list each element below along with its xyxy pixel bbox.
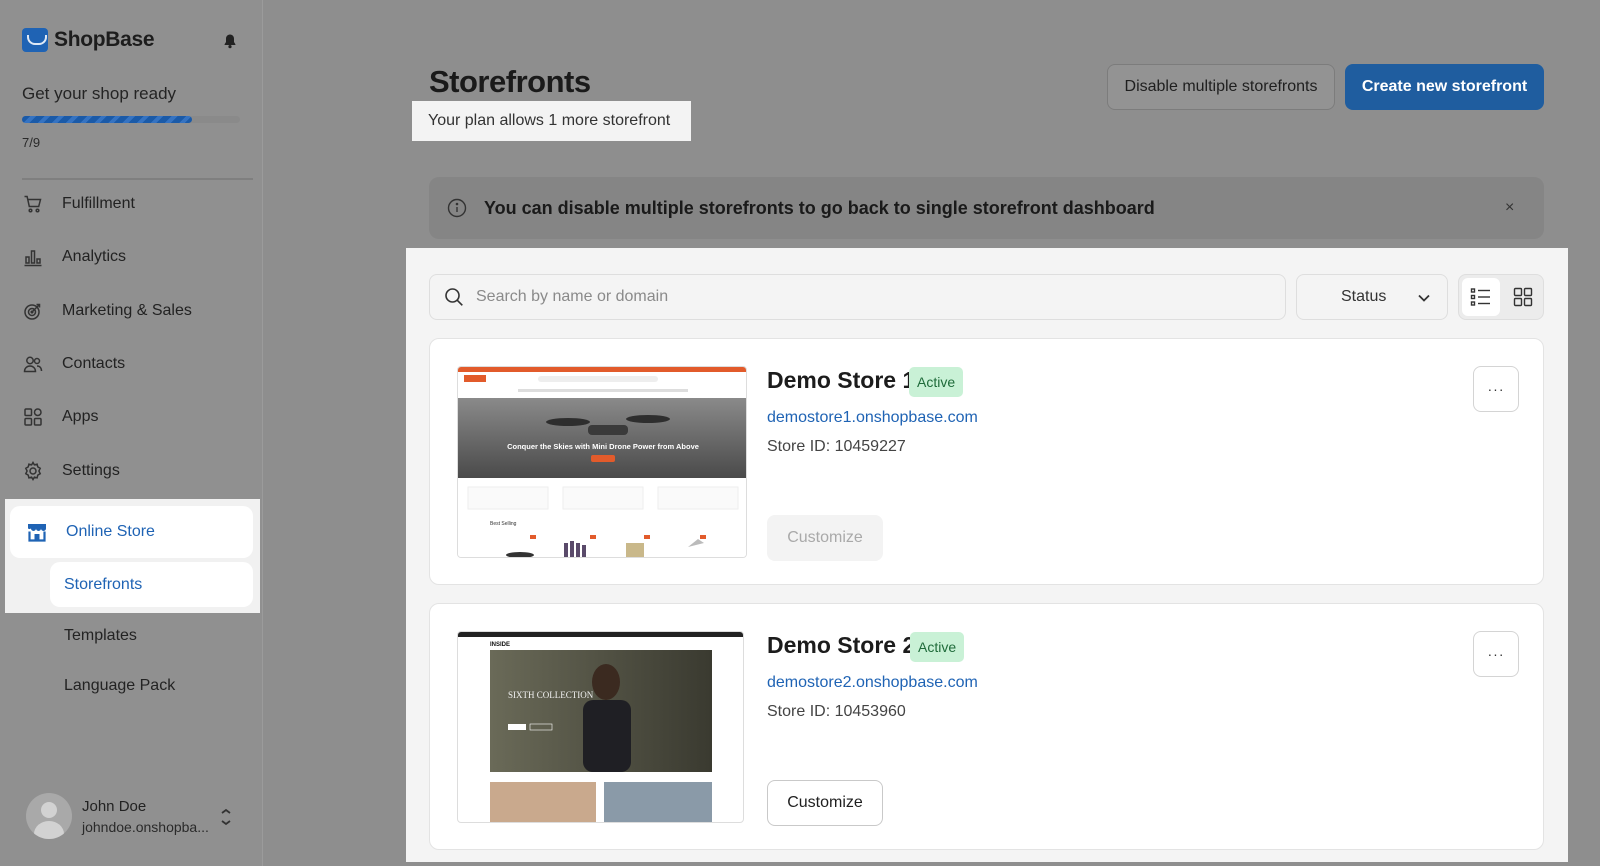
banner-text: You can disable multiple storefronts to … <box>484 198 1155 218</box>
status-badge: Active <box>910 632 965 662</box>
search-input[interactable] <box>476 288 1256 306</box>
store-thumbnail[interactable]: Conquer the Skies with Mini Drone Power … <box>457 366 747 558</box>
onboarding-progress-fill <box>22 116 193 123</box>
search-icon <box>445 288 463 306</box>
store-domain-link[interactable]: demostore1.onshopbase.com <box>767 409 978 427</box>
user-account[interactable]: John Doe johndoe.onshopba... <box>26 793 209 839</box>
apps-icon <box>22 406 44 428</box>
drone-store-preview: Conquer the Skies with Mini Drone Power … <box>458 367 746 557</box>
customize-button[interactable]: Customize <box>767 780 883 826</box>
status-filter-select[interactable]: Status <box>1296 274 1448 320</box>
target-icon <box>22 300 44 322</box>
store-domain-link[interactable]: demostore2.onshopbase.com <box>767 674 978 692</box>
bell-icon[interactable] <box>222 33 238 49</box>
sidebar-subitem-templates[interactable]: Templates <box>64 627 137 645</box>
gear-icon <box>22 460 44 482</box>
store-name[interactable]: Demo Store 1 <box>767 367 915 394</box>
sidebar-item-analytics[interactable]: Analytics <box>22 237 126 277</box>
status-filter-label: Status <box>1341 288 1387 305</box>
sidebar-item-settings[interactable]: Settings <box>22 451 120 491</box>
list-view-button[interactable] <box>1462 278 1500 316</box>
cart-icon <box>22 193 44 215</box>
more-actions-button[interactable]: ··· <box>1473 631 1519 677</box>
store-name[interactable]: Demo Store 2 <box>767 632 915 659</box>
view-toggle <box>1458 274 1544 320</box>
sidebar-item-marketing-sales[interactable]: Marketing & Sales <box>22 291 192 331</box>
thumb-hero-text: Conquer the Skies with Mini Drone Power … <box>507 442 699 451</box>
sidebar-item-label: Online Store <box>66 523 155 540</box>
status-badge: Active <box>909 367 964 397</box>
storefront-card: INSIDE SIXTH COLLECTION Demo Store 2 Act… <box>429 603 1544 850</box>
sidebar-divider <box>22 178 253 180</box>
sidebar-item-label: Fulfillment <box>62 195 135 212</box>
sidebar-item-label: Apps <box>62 408 99 425</box>
chevron-down-icon <box>1418 294 1430 302</box>
sidebar: ShopBase Get your shop ready 7/9 Fulfill… <box>0 0 263 866</box>
onboarding-progress-bar <box>22 116 240 123</box>
customize-button[interactable]: Customize <box>767 515 883 561</box>
brand-logo[interactable]: ShopBase <box>22 28 155 52</box>
close-icon[interactable]: × <box>1505 199 1514 217</box>
sidebar-item-contacts[interactable]: Contacts <box>22 344 125 384</box>
thumb-section-label: Best Selling <box>490 521 517 527</box>
brand-name: ShopBase <box>54 28 155 51</box>
avatar <box>26 793 72 839</box>
store-thumbnail[interactable]: INSIDE SIXTH COLLECTION <box>457 631 744 823</box>
storefront-card: Conquer the Skies with Mini Drone Power … <box>429 338 1544 585</box>
more-actions-button[interactable]: ··· <box>1473 366 1519 412</box>
search-field[interactable] <box>429 274 1286 320</box>
sidebar-item-label: Settings <box>62 462 120 479</box>
store-id: Store ID: 10459227 <box>767 438 906 455</box>
user-name: John Doe <box>82 797 147 815</box>
grid-view-icon <box>1513 287 1533 307</box>
users-icon <box>22 353 44 375</box>
list-view-icon <box>1470 288 1490 306</box>
thumb-logo-text: INSIDE <box>490 642 510 648</box>
onboarding-title[interactable]: Get your shop ready <box>22 84 176 104</box>
fashion-store-preview: INSIDE SIXTH COLLECTION <box>458 632 743 822</box>
onboarding-progress-count: 7/9 <box>22 135 41 150</box>
grid-view-button[interactable] <box>1504 278 1542 316</box>
info-banner: You can disable multiple storefronts to … <box>429 177 1544 239</box>
storefront-icon <box>28 524 46 542</box>
sidebar-item-online-store[interactable]: Online Store <box>10 506 253 558</box>
store-id: Store ID: 10453960 <box>767 703 906 720</box>
create-new-storefront-button[interactable]: Create new storefront <box>1345 64 1544 110</box>
expand-collapse-icon[interactable] <box>219 808 233 826</box>
sidebar-item-label: Contacts <box>62 355 126 372</box>
sidebar-subitem-storefronts[interactable]: Storefronts <box>50 562 253 607</box>
shopbase-logo-icon <box>22 28 48 52</box>
plan-note: Your plan allows 1 more storefront <box>412 101 691 141</box>
sidebar-item-label: Analytics <box>62 248 127 265</box>
thumb-hero-text: SIXTH COLLECTION <box>508 690 594 700</box>
sidebar-item-fulfillment[interactable]: Fulfillment <box>22 184 135 224</box>
user-domain: johndoe.onshopba... <box>82 818 209 835</box>
disable-multiple-storefronts-button[interactable]: Disable multiple storefronts <box>1107 64 1335 110</box>
sidebar-item-label: Marketing & Sales <box>62 302 192 319</box>
sidebar-subitem-language-pack[interactable]: Language Pack <box>64 677 175 695</box>
bar-chart-icon <box>22 246 44 268</box>
info-icon <box>447 198 467 218</box>
page-title: Storefronts <box>429 64 591 99</box>
sidebar-item-apps[interactable]: Apps <box>22 397 98 437</box>
